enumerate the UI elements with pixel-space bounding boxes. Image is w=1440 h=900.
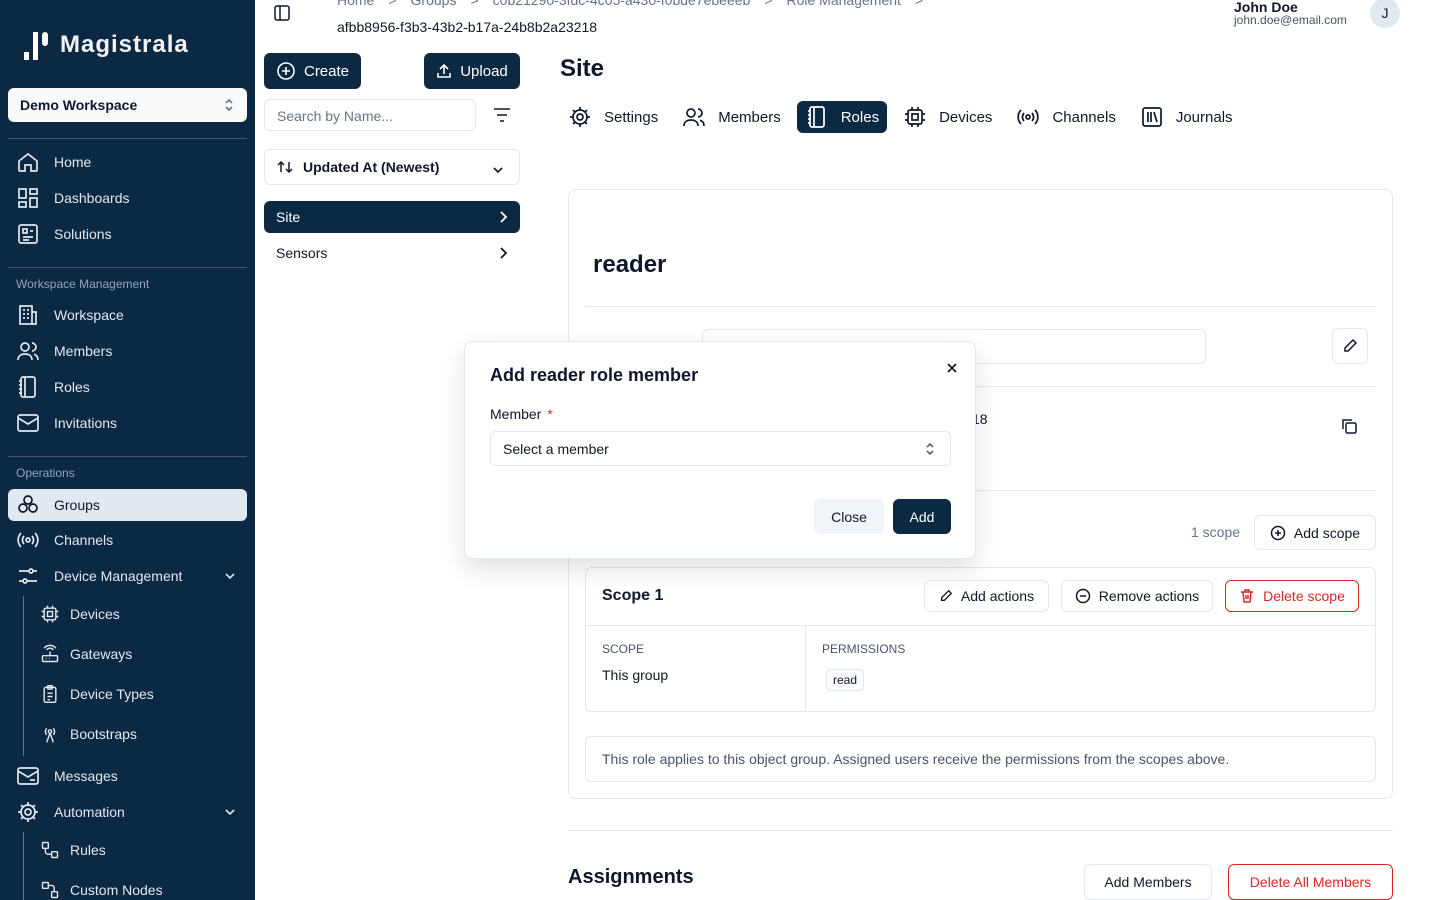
dialog-close-button[interactable] bbox=[943, 359, 961, 377]
add-button[interactable]: Add bbox=[893, 499, 951, 534]
member-select[interactable]: Select a member bbox=[490, 431, 951, 466]
member-select-placeholder: Select a member bbox=[503, 440, 609, 457]
chevrons-up-down-icon bbox=[926, 442, 934, 456]
close-icon bbox=[947, 363, 957, 373]
dialog-title: Add reader role member bbox=[490, 365, 699, 385]
close-button[interactable]: Close bbox=[814, 499, 884, 534]
add-member-dialog: Add reader role member Member * Select a … bbox=[464, 341, 976, 559]
member-label-text: Member bbox=[490, 406, 542, 422]
required-mark: * bbox=[547, 406, 553, 422]
member-field-label: Member * bbox=[490, 406, 553, 422]
